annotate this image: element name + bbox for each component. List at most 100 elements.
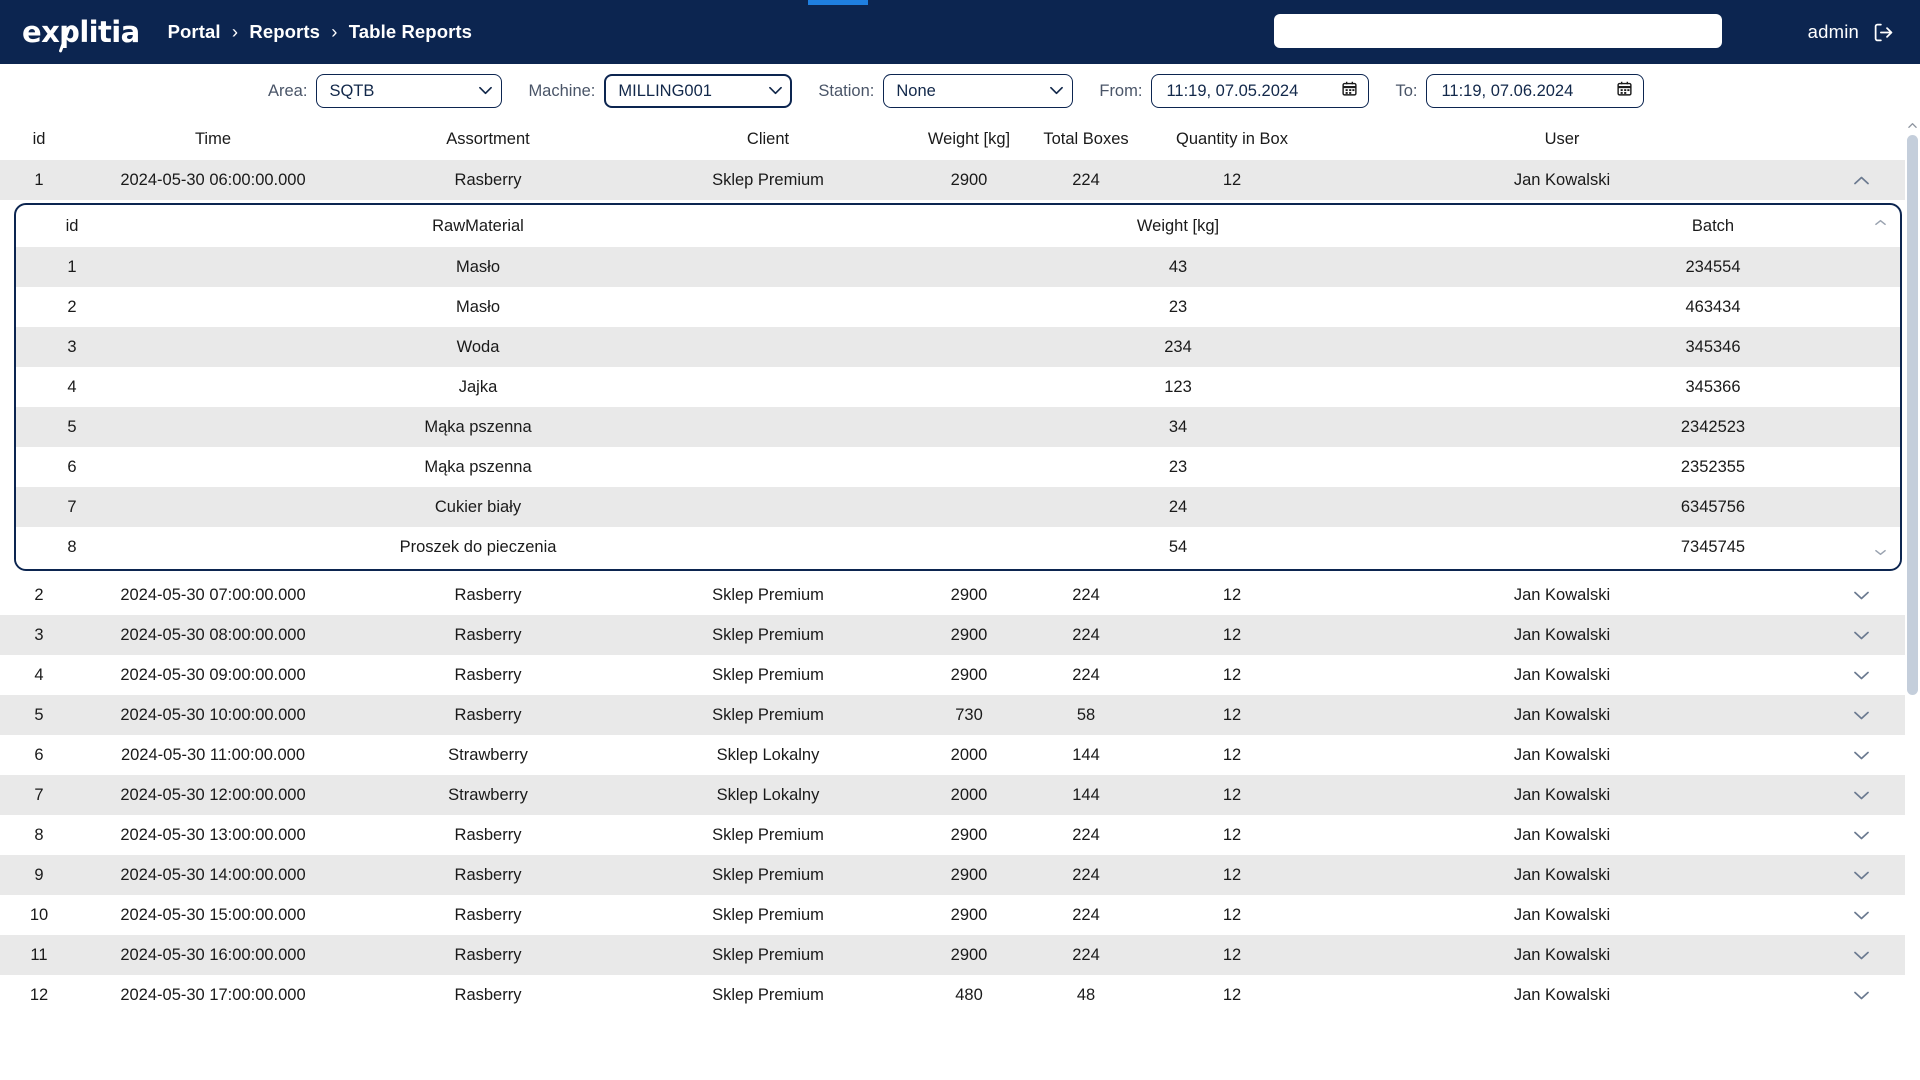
table-row[interactable]: 6 2024-05-30 11:00:00.000 Strawberry Sklep … [0, 735, 1920, 775]
subtable-row[interactable]: 7 Cukier biały 24 6345756 [16, 487, 1900, 527]
cell-assortment: Rasberry [454, 170, 522, 189]
app-logo-text: explitia [22, 14, 140, 49]
station-label: Station: [818, 81, 875, 100]
breadcrumb-item-table-reports[interactable]: Table Reports [349, 21, 472, 42]
page-scrollbar-thumb[interactable] [1907, 135, 1918, 695]
chevron-down-icon[interactable] [1848, 582, 1874, 608]
cell-total-boxes: 224 [1072, 905, 1100, 924]
subcell-weight: 23 [1168, 457, 1188, 476]
subcolumn-header-rawmaterial[interactable]: RawMaterial [128, 217, 828, 236]
search-input[interactable] [1274, 14, 1722, 48]
cell-id: 11 [30, 945, 48, 964]
chevron-down-icon[interactable] [1848, 622, 1874, 648]
subtable-row[interactable]: 5 Mąka pszenna 34 2342523 [16, 407, 1900, 447]
cell-total-boxes: 144 [1072, 785, 1100, 804]
table-row[interactable]: 3 2024-05-30 08:00:00.000 Rasberry Sklep Pr… [0, 615, 1920, 655]
breadcrumb-item-portal[interactable]: Portal [168, 21, 221, 42]
cell-time: 2024-05-30 17:00:00.000 [120, 985, 306, 1004]
cell-assortment: Rasberry [454, 705, 522, 724]
subcolumn-header-weight[interactable]: Weight [kg] [828, 217, 1528, 236]
station-select[interactable]: None [883, 74, 1074, 108]
machine-select[interactable]: MILLING001 [604, 74, 793, 108]
subcell-id: 1 [67, 257, 77, 276]
breadcrumb: Portal › Reports › Table Reports [168, 21, 472, 43]
table-row[interactable]: 5 2024-05-30 10:00:00.000 Rasberry Sklep Pr… [0, 695, 1920, 735]
subcell-batch: 345346 [1685, 337, 1741, 356]
subtable-row[interactable]: 8 Proszek do pieczenia 54 7345745 [16, 527, 1900, 567]
cell-id: 2 [34, 585, 44, 604]
cell-time: 2024-05-30 12:00:00.000 [120, 785, 306, 804]
cell-user: Jan Kowalski [1513, 825, 1611, 844]
chevron-down-icon[interactable] [1848, 942, 1874, 968]
cell-total-boxes: 144 [1072, 745, 1100, 764]
filter-machine: Machine: MILLING001 [528, 74, 793, 108]
chevron-down-icon[interactable] [1848, 902, 1874, 928]
column-header-user[interactable]: User [1322, 130, 1802, 149]
cell-client: Sklep Lokalny [716, 785, 820, 804]
cell-time: 2024-05-30 11:00:00.000 [120, 745, 306, 764]
table-row[interactable]: 7 2024-05-30 12:00:00.000 Strawberry Sklep … [0, 775, 1920, 815]
chevron-down-icon[interactable] [1848, 982, 1874, 1008]
scroll-down-arrow-icon[interactable] [1875, 543, 1886, 561]
chevron-down-icon[interactable] [1848, 822, 1874, 848]
area-select[interactable]: SQTB [316, 74, 503, 108]
cell-weight: 2900 [950, 625, 988, 644]
table-row[interactable]: 2 2024-05-30 07:00:00.000 Rasberry Sklep Pr… [0, 575, 1920, 615]
column-header-id[interactable]: id [0, 130, 78, 149]
subtable-row[interactable]: 6 Mąka pszenna 23 2352355 [16, 447, 1900, 487]
cell-client: Sklep Premium [712, 865, 824, 884]
table-row[interactable]: 10 2024-05-30 15:00:00.000 Rasberry Sklep P… [0, 895, 1920, 935]
scroll-up-arrow-icon[interactable] [1875, 213, 1886, 231]
chevron-down-icon[interactable] [1848, 782, 1874, 808]
table-row[interactable]: 12 2024-05-30 17:00:00.000 Rasberry Sklep P… [0, 975, 1920, 1015]
filter-bar: Area: SQTB Machine: MILLING001 Station: … [0, 64, 1920, 118]
subcolumn-header-id[interactable]: id [16, 217, 128, 236]
cell-total-boxes: 48 [1076, 985, 1096, 1004]
subtable-row[interactable]: 1 Masło 43 234554 [16, 247, 1900, 287]
page-scrollbar[interactable] [1905, 118, 1920, 1080]
subcell-rawmaterial: Masło [455, 297, 500, 316]
filter-area: Area: SQTB [268, 74, 503, 108]
table-header-row: id Time Assortment Client Weight [kg] To… [0, 118, 1920, 160]
cell-total-boxes: 224 [1072, 945, 1100, 964]
chevron-down-icon[interactable] [1848, 702, 1874, 728]
app-logo[interactable]: explitia [22, 14, 140, 53]
cell-weight: 2900 [950, 825, 988, 844]
cell-assortment: Strawberry [448, 745, 528, 764]
subtable-header-row: id RawMaterial Weight [kg] Batch [16, 205, 1900, 247]
cell-assortment: Rasberry [454, 825, 522, 844]
subcell-weight: 54 [1168, 537, 1188, 556]
cell-client: Sklep Premium [712, 905, 824, 924]
logout-icon[interactable] [1873, 22, 1894, 43]
chevron-up-icon[interactable] [1848, 167, 1874, 193]
chevron-down-icon[interactable] [1848, 862, 1874, 888]
table-row[interactable]: 11 2024-05-30 16:00:00.000 Rasberry Sklep P… [0, 935, 1920, 975]
breadcrumb-item-reports[interactable]: Reports [249, 21, 320, 42]
column-header-quantity-in-box[interactable]: Quantity in Box [1142, 130, 1322, 149]
subcell-batch: 463434 [1685, 297, 1741, 316]
column-header-assortment[interactable]: Assortment [348, 130, 628, 149]
subcell-id: 4 [67, 377, 77, 396]
from-datetime-input[interactable] [1151, 74, 1370, 108]
cell-quantity-in-box: 12 [1222, 705, 1242, 724]
scroll-up-arrow-icon[interactable] [1905, 118, 1920, 133]
column-header-client[interactable]: Client [628, 130, 908, 149]
subtable-row[interactable]: 2 Masło 23 463434 [16, 287, 1900, 327]
subcolumn-header-batch[interactable]: Batch [1528, 217, 1898, 236]
column-header-time[interactable]: Time [78, 130, 348, 149]
to-datetime-input[interactable] [1426, 74, 1645, 108]
subcell-rawmaterial: Mąka pszenna [424, 457, 532, 476]
table-row[interactable]: 1 2024-05-30 06:00:00.000 Rasberry Sklep Pr… [0, 160, 1920, 200]
cell-quantity-in-box: 12 [1222, 665, 1242, 684]
breadcrumb-separator: › [331, 21, 338, 42]
chevron-down-icon[interactable] [1848, 662, 1874, 688]
chevron-down-icon[interactable] [1848, 742, 1874, 768]
table-row[interactable]: 9 2024-05-30 14:00:00.000 Rasberry Sklep Pr… [0, 855, 1920, 895]
subtable-row[interactable]: 3 Woda 234 345346 [16, 327, 1900, 367]
column-header-total-boxes[interactable]: Total Boxes [1030, 130, 1142, 149]
table-row[interactable]: 4 2024-05-30 09:00:00.000 Rasberry Sklep Pr… [0, 655, 1920, 695]
column-header-weight[interactable]: Weight [kg] [908, 130, 1030, 149]
cell-weight: 2000 [950, 745, 988, 764]
subtable-row[interactable]: 4 Jajka 123 345366 [16, 367, 1900, 407]
table-row[interactable]: 8 2024-05-30 13:00:00.000 Rasberry Sklep Pr… [0, 815, 1920, 855]
